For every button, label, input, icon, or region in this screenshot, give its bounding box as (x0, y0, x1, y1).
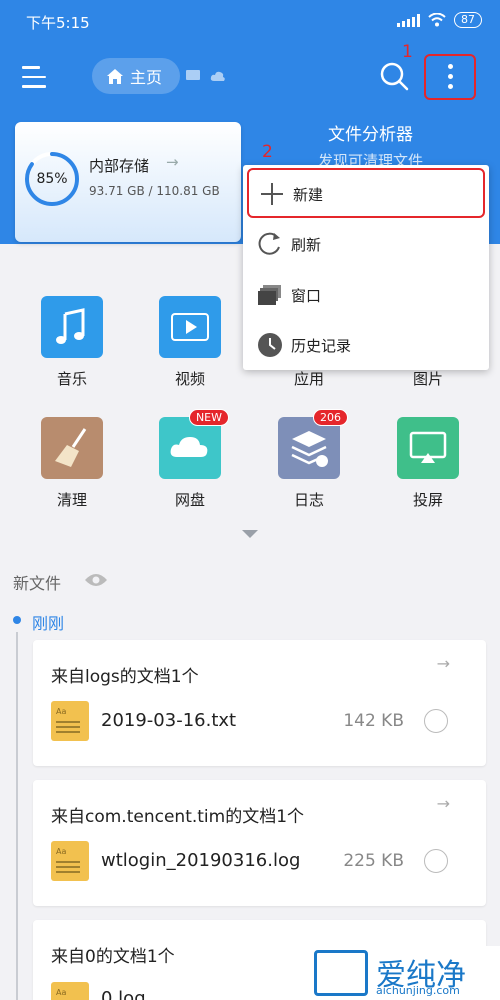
file-analyzer-title[interactable]: 文件分析器 (328, 120, 413, 145)
watermark: 爱纯净 aichunjing.com (310, 946, 500, 1000)
watermark-url: aichunjing.com (376, 984, 460, 997)
menu-item-label: 历史记录 (291, 337, 352, 355)
file-name: 2019-03-16.txt (101, 710, 237, 731)
category-netdisk[interactable]: NEW 网盘 (145, 409, 235, 510)
category-music[interactable]: 音乐 (27, 296, 117, 389)
menu-item-refresh[interactable]: 刷新 (243, 218, 489, 268)
search-icon[interactable] (376, 58, 412, 94)
windows-icon (258, 285, 281, 305)
cloud-icon[interactable] (210, 70, 226, 82)
select-radio[interactable] (424, 709, 448, 733)
text-file-icon: Aa (51, 982, 89, 1000)
select-radio[interactable] (424, 849, 448, 873)
annotation-step-1: 1 (402, 42, 413, 62)
file-group-title: 来自logs的文档1个 (51, 667, 199, 687)
category-label: 网盘 (174, 491, 205, 509)
category-video[interactable]: 视频 (145, 296, 235, 389)
count-badge: 206 (313, 409, 348, 426)
category-cast[interactable]: 投屏 (383, 417, 473, 510)
file-group-card[interactable]: 来自com.tencent.tim的文档1个 → Aa wtlogin_2019… (33, 780, 486, 906)
signal-icon (397, 13, 420, 27)
chat-icon[interactable] (186, 70, 202, 82)
timeline-line (16, 632, 18, 1000)
status-time: 下午5:15 (26, 14, 90, 32)
file-size: 225 KB (343, 851, 404, 871)
toolbar: 主页 (0, 48, 500, 104)
file-group-card[interactable]: 来自logs的文档1个 → Aa 2019-03-16.txt 142 KB (33, 640, 486, 766)
file-group-title: 来自0的文档1个 (51, 947, 175, 967)
battery-indicator: 87 (454, 12, 482, 28)
status-bar: 下午5:15 87 (0, 0, 500, 42)
new-badge: NEW (188, 409, 229, 426)
timeline-group-label: 刚刚 (32, 614, 65, 633)
category-clean[interactable]: 清理 (27, 417, 117, 510)
video-icon (159, 296, 221, 358)
menu-item-history[interactable]: 历史记录 (243, 319, 489, 369)
cloud-icon: NEW (159, 409, 229, 479)
home-tab-label: 主页 (130, 68, 163, 87)
file-name: wtlogin_20190316.log (101, 850, 301, 871)
storage-percent: 85% (36, 171, 68, 187)
text-file-icon: Aa (51, 841, 89, 881)
plus-icon (261, 183, 283, 205)
eye-icon[interactable] (84, 572, 108, 588)
menu-item-new[interactable]: 新建 (247, 168, 485, 218)
cast-icon (397, 417, 459, 479)
home-tab[interactable]: 主页 (92, 58, 180, 94)
expand-caret-icon[interactable] (242, 530, 258, 538)
category-label: 日志 (293, 491, 324, 509)
wifi-icon (428, 13, 446, 27)
text-file-icon: Aa (51, 701, 89, 741)
menu-item-label: 窗口 (291, 287, 322, 305)
file-name: 0.log (101, 988, 146, 1000)
log-icon: 206 (278, 409, 348, 479)
new-files-label: 新文件 (13, 574, 62, 593)
menu-item-label: 刷新 (291, 236, 322, 254)
storage-usage-text: 93.71 GB / 110.81 GB (89, 184, 220, 198)
watermark-logo-icon (314, 950, 368, 996)
category-label: 图片 (412, 370, 443, 388)
category-log[interactable]: 206 日志 (264, 409, 354, 510)
category-label: 音乐 (56, 370, 87, 388)
home-icon (107, 68, 123, 84)
history-icon (258, 333, 282, 357)
menu-item-label: 新建 (293, 186, 324, 204)
menu-icon[interactable] (22, 66, 48, 88)
arrow-right-icon[interactable]: → (437, 794, 450, 813)
annotation-step-2: 2 (262, 142, 273, 162)
overflow-menu: 新建 刷新 窗口 历史记录 (243, 165, 489, 370)
internal-storage-card[interactable]: 85% 内部存储 → 93.71 GB / 110.81 GB (15, 122, 241, 242)
file-group-title: 来自com.tencent.tim的文档1个 (51, 807, 305, 827)
arrow-right-icon[interactable]: → (437, 654, 450, 673)
category-label: 清理 (56, 491, 87, 509)
more-options-button[interactable] (424, 54, 476, 100)
menu-item-windows[interactable]: 窗口 (243, 269, 489, 319)
music-icon (41, 296, 103, 358)
storage-title: 内部存储 (89, 157, 150, 175)
file-size: 142 KB (343, 711, 404, 731)
category-label: 视频 (174, 370, 205, 388)
category-label: 投屏 (412, 491, 443, 509)
refresh-icon (258, 232, 280, 255)
timeline-dot (13, 616, 21, 624)
arrow-right-icon: → (166, 153, 179, 171)
broom-icon (41, 417, 103, 479)
category-label: 应用 (293, 370, 324, 388)
